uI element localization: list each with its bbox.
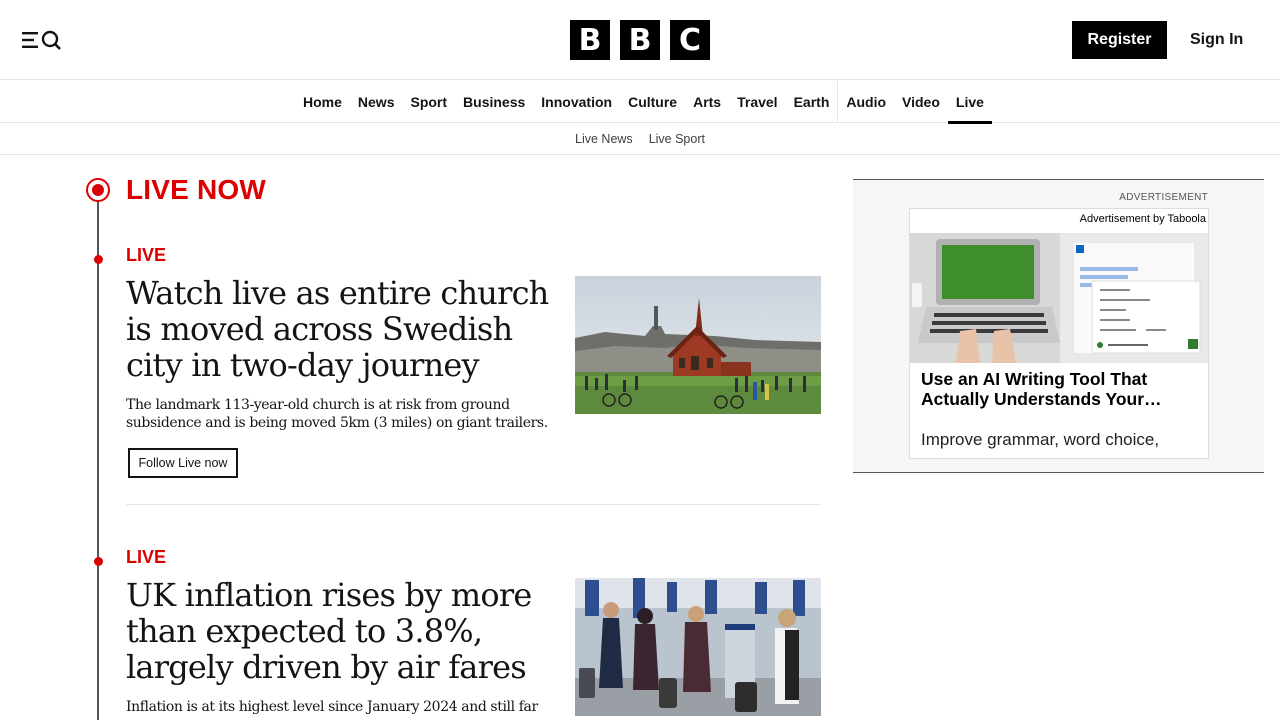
church-photo[interactable]: [575, 276, 821, 414]
live-label: LIVE: [126, 547, 167, 567]
ad-title[interactable]: Use an AI Writing Tool That Actually Und…: [921, 369, 1201, 409]
live-now-heading: LIVE NOW: [126, 174, 267, 205]
register-button[interactable]: Register: [1072, 21, 1167, 59]
nav-audio[interactable]: Audio: [837, 81, 894, 123]
logo-letter-b1: B: [570, 20, 610, 60]
taboola-ad[interactable]: Advertisement by Taboola Use an AI Writi…: [909, 208, 1209, 459]
logo-letter-c: C: [670, 20, 710, 60]
airport-photo[interactable]: [575, 578, 821, 716]
story-headline[interactable]: UK inflation rises by more than expected…: [126, 577, 556, 685]
live-subnav: Live News Live Sport: [0, 123, 1280, 155]
nav-earth[interactable]: Earth: [786, 81, 838, 123]
live-indicator-icon: [86, 178, 110, 202]
ad-image[interactable]: [910, 233, 1208, 363]
nav-live[interactable]: Live: [947, 81, 992, 124]
nav-arts[interactable]: Arts: [685, 81, 729, 123]
subnav-live-sport[interactable]: Live Sport: [649, 132, 705, 146]
live-story-card: LIVE Watch live as entire church is move…: [126, 245, 821, 495]
story-summary: Inflation is at its highest level since …: [126, 699, 538, 715]
follow-live-button[interactable]: Follow Live now: [128, 448, 238, 478]
main-nav: Home News Sport Business Innovation Cult…: [0, 81, 1280, 124]
nav-sport[interactable]: Sport: [402, 81, 455, 123]
story-headline[interactable]: Watch live as entire church is moved acr…: [126, 275, 556, 383]
menu-search-icon: [22, 30, 61, 50]
sign-in-button[interactable]: Sign In: [1190, 21, 1243, 59]
story-summary: The landmark 113-year-old church is at r…: [126, 397, 548, 431]
subnav-live-news[interactable]: Live News: [575, 132, 633, 146]
nav-news[interactable]: News: [350, 81, 403, 123]
bbc-logo[interactable]: B B C: [570, 20, 710, 60]
nav-video[interactable]: Video: [894, 81, 948, 123]
timeline-dot: [94, 557, 103, 566]
live-label: LIVE: [126, 245, 167, 265]
story-separator: [126, 504, 821, 505]
nav-home[interactable]: Home: [295, 81, 350, 123]
masthead: B B C Register Sign In: [0, 0, 1280, 80]
menu-search-button[interactable]: [22, 28, 64, 52]
logo-letter-b2: B: [620, 20, 660, 60]
ad-description: Improve grammar, word choice,: [921, 430, 1160, 449]
nav-culture[interactable]: Culture: [620, 81, 685, 123]
advertisement-box: ADVERTISEMENT Advertisement by Taboola U…: [853, 179, 1264, 473]
nav-travel[interactable]: Travel: [729, 81, 785, 123]
ad-label: ADVERTISEMENT: [1119, 192, 1208, 203]
ad-by-taboola[interactable]: Advertisement by Taboola: [1080, 213, 1206, 225]
nav-innovation[interactable]: Innovation: [533, 81, 620, 123]
live-story-card: LIVE UK inflation rises by more than exp…: [126, 547, 821, 720]
nav-business[interactable]: Business: [455, 81, 533, 123]
timeline-dot: [94, 255, 103, 264]
timeline-line: [97, 200, 99, 720]
